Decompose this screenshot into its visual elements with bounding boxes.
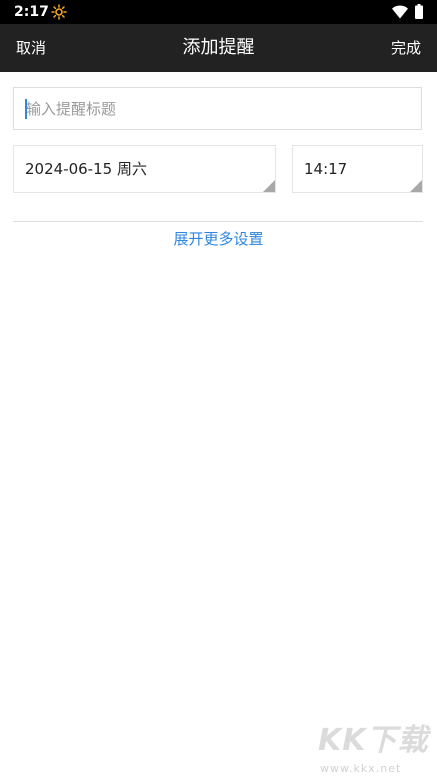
text-cursor xyxy=(25,99,27,119)
date-picker[interactable]: 2024-06-15 周六 xyxy=(13,145,276,193)
watermark-logo: KK下载 xyxy=(318,723,429,758)
dropdown-corner-icon xyxy=(263,180,275,192)
toolbar: 取消 添加提醒 完成 xyxy=(0,24,437,72)
watermark: KK下载 www.kkx.net xyxy=(318,722,434,776)
date-value: 2024-06-15 周六 xyxy=(25,160,147,178)
wifi-icon xyxy=(392,5,408,19)
page-title: 添加提醒 xyxy=(182,37,255,58)
watermark-url: www.kkx.net xyxy=(320,762,402,775)
sun-icon xyxy=(51,4,67,20)
time-value: 14:17 xyxy=(304,160,348,178)
status-bar: 2:17 xyxy=(0,0,437,24)
time-picker[interactable]: 14:17 xyxy=(292,145,423,193)
status-time: 2:17 xyxy=(14,4,49,20)
expand-more-settings-link[interactable]: 展开更多设置 xyxy=(0,228,437,250)
reminder-title-input[interactable] xyxy=(13,87,422,130)
dropdown-corner-icon xyxy=(410,180,422,192)
battery-icon xyxy=(415,4,423,19)
done-button[interactable]: 完成 xyxy=(391,37,421,59)
divider xyxy=(13,221,423,222)
